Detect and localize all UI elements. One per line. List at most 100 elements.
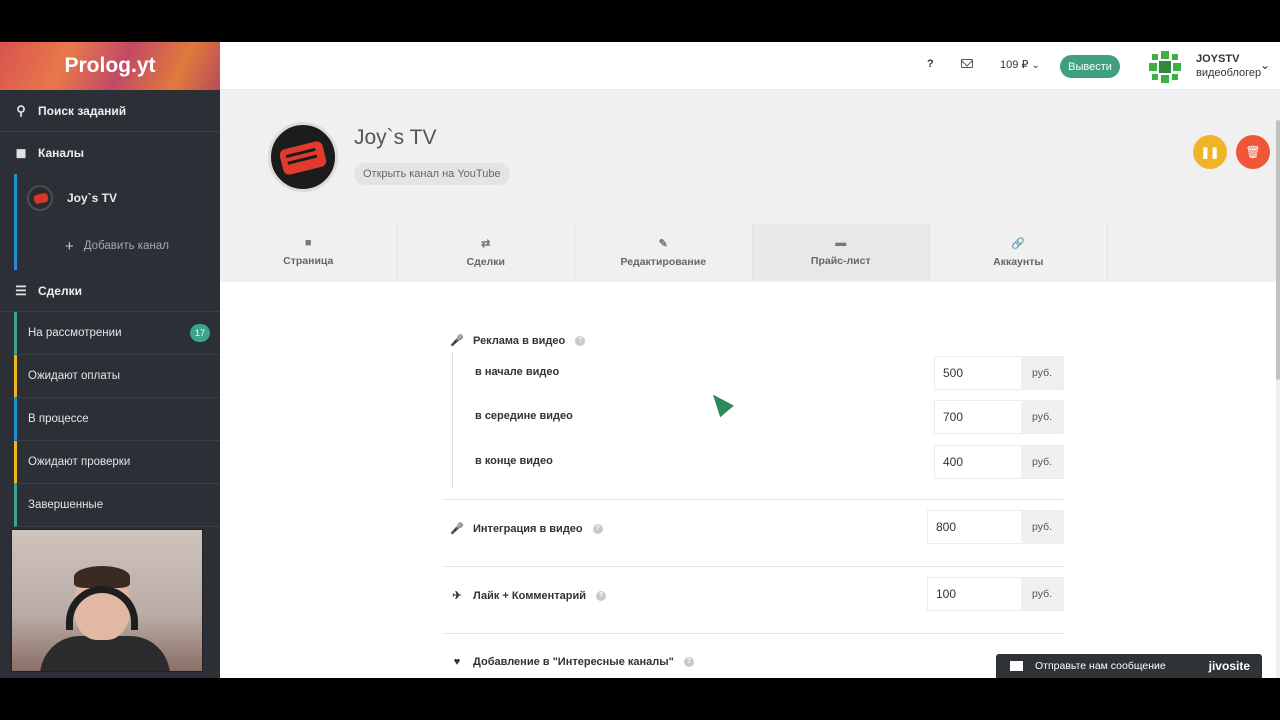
chat-widget[interactable]: Отправьте нам сообщение jivosite <box>996 654 1262 678</box>
search-icon: ⚲ <box>16 102 26 118</box>
tab-label: Сделки <box>466 255 505 268</box>
like-comment-price-input[interactable]: 100 руб. <box>927 577 1064 611</box>
price-value[interactable]: 400 <box>935 446 1021 478</box>
tab-page[interactable]: ■ Страница <box>220 224 398 280</box>
chat-brand: jivosite <box>1208 659 1250 673</box>
channel-avatar <box>27 185 53 211</box>
tab-deals[interactable]: ⇄ Сделки <box>398 224 575 280</box>
deal-label: Ожидают проверки <box>28 456 131 468</box>
tab-pricelist[interactable]: ▬ Прайс-лист <box>752 224 930 280</box>
deal-status-review[interactable]: На рассмотрении 17 <box>14 312 220 355</box>
deal-label: На рассмотрении <box>28 327 122 339</box>
sidebar-item-search[interactable]: ⚲ Поиск заданий <box>0 90 220 132</box>
deal-status-completed[interactable]: Завершенные <box>14 484 220 527</box>
logo-text: Prolog.yt <box>64 54 156 77</box>
deal-status-in-progress[interactable]: В процессе <box>14 398 220 441</box>
user-name: JOYSTV <box>1196 53 1240 65</box>
sidebar: Prolog.yt ⚲ Поиск заданий ◼ Каналы Joy`s… <box>0 42 220 678</box>
tab-accounts[interactable]: 🔗 Аккаунты <box>930 224 1108 280</box>
count-badge: 17 <box>190 324 210 342</box>
microphone-icon: 🎤 <box>450 335 464 347</box>
mail-icon[interactable] <box>961 59 973 68</box>
integration-price-input[interactable]: 800 руб. <box>927 510 1064 544</box>
currency-label: руб. <box>1021 511 1063 543</box>
comments-icon: ✈ <box>452 590 462 602</box>
add-channel-label: Добавить канал <box>83 240 169 252</box>
fist-logo-icon <box>278 140 328 176</box>
webcam-overlay <box>11 529 203 672</box>
deal-status-awaiting-review[interactable]: Ожидают проверки <box>14 441 220 484</box>
link-icon: 🔗 <box>1011 237 1026 250</box>
ad-start-price-input[interactable]: 500 руб. <box>934 356 1064 390</box>
price-value[interactable]: 100 <box>928 578 1021 610</box>
tab-label: Прайс-лист <box>810 255 871 267</box>
pricelist-panel: 🎤 Реклама в видео ? в начале видео 500 р… <box>220 282 1280 678</box>
withdraw-button[interactable]: Вывести <box>1060 55 1120 78</box>
user-logo-icon[interactable] <box>1148 50 1182 84</box>
section-title: 🎤 Реклама в видео ? <box>449 334 586 347</box>
currency-label: руб. <box>1021 357 1063 389</box>
scrollbar-thumb[interactable] <box>1276 120 1280 380</box>
sidebar-item-label: Каналы <box>38 146 84 160</box>
deal-label: Ожидают оплаты <box>28 370 121 382</box>
pause-button[interactable]: ❚❚ <box>1193 135 1227 169</box>
ad-end-label: в конце видео <box>475 455 553 467</box>
section-title: ♥ Добавление в "Интересные каналы" ? <box>449 656 694 668</box>
tab-label: Редактирование <box>620 255 707 268</box>
section-title: 🎤 Интеграция в видео ? <box>449 522 603 535</box>
tab-label: Страница <box>283 255 334 267</box>
channel-name: Joy`s TV <box>67 191 118 205</box>
deal-status-awaiting-payment[interactable]: Ожидают оплаты <box>14 355 220 398</box>
ad-middle-label: в середине видео <box>475 410 573 422</box>
help-icon[interactable]: ? <box>683 657 694 667</box>
microphone-icon: 🎤 <box>450 523 464 535</box>
app-window: Prolog.yt ⚲ Поиск заданий ◼ Каналы Joy`s… <box>0 42 1280 678</box>
chat-label: Отправьте нам сообщение <box>1035 660 1166 672</box>
server-icon: ☰ <box>15 282 27 298</box>
help-icon[interactable]: ? <box>592 523 603 534</box>
deal-label: В процессе <box>28 413 89 425</box>
help-icon[interactable]: ? <box>596 590 606 601</box>
tab-label: Аккаунты <box>993 255 1044 268</box>
delete-button[interactable]: 🗑 <box>1236 135 1270 169</box>
user-menu[interactable]: JOYSTV видеоблогер <box>1196 52 1261 80</box>
divider <box>443 499 1063 500</box>
balance-value: 109 ₽ <box>1000 59 1029 71</box>
channel-title: Joy`s TV <box>354 126 437 149</box>
trash-icon: 🗑 <box>1245 145 1261 159</box>
logo[interactable]: Prolog.yt <box>0 42 220 90</box>
help-icon[interactable]: ? <box>575 335 586 346</box>
pause-icon: ❚❚ <box>1200 146 1220 159</box>
price-value[interactable]: 500 <box>935 357 1021 389</box>
scrollbar[interactable] <box>1276 90 1280 678</box>
deal-label: Завершенные <box>28 499 104 511</box>
sidebar-channel-item[interactable]: Joy`s TV <box>14 174 220 222</box>
plus-icon: + <box>65 237 74 255</box>
sidebar-item-label: Поиск заданий <box>38 103 127 118</box>
add-channel-button[interactable]: + Добавить канал <box>14 222 220 270</box>
ad-middle-price-input[interactable]: 700 руб. <box>934 400 1064 434</box>
card-icon: ▬ <box>835 237 847 249</box>
help-button[interactable]: ? <box>927 58 934 70</box>
ad-start-label: в начале видео <box>475 366 560 378</box>
ad-end-price-input[interactable]: 400 руб. <box>934 445 1064 479</box>
channel-header: Joy`s TV Открыть канал на YouTube ❚❚ 🗑 <box>220 90 1280 224</box>
divider <box>443 633 1063 634</box>
open-youtube-link[interactable]: Открыть канал на YouTube <box>354 163 510 185</box>
currency-label: руб. <box>1021 401 1063 433</box>
top-bar: ? 109 ₽ ⌄ Вывести JOYSTV видеоблогер ⌄ <box>220 42 1280 90</box>
balance-dropdown[interactable]: 109 ₽ ⌄ <box>1000 58 1040 71</box>
swap-icon: ⇄ <box>481 237 491 250</box>
chevron-down-icon[interactable]: ⌄ <box>1260 58 1270 72</box>
chevron-down-icon: ⌄ <box>1031 60 1040 71</box>
sidebar-item-deals[interactable]: ☰ Сделки <box>0 270 220 312</box>
currency-label: руб. <box>1021 446 1063 478</box>
price-value[interactable]: 700 <box>935 401 1021 433</box>
price-value[interactable]: 800 <box>928 511 1021 543</box>
section-title: ✈ Лайк + Комментарий ? <box>449 589 606 602</box>
sidebar-item-channels[interactable]: ◼ Каналы <box>0 132 220 174</box>
envelope-icon <box>1010 661 1023 671</box>
video-camera-icon: ◼ <box>15 145 27 160</box>
currency-label: руб. <box>1021 578 1063 610</box>
tab-edit[interactable]: ✎ Редактирование <box>575 224 753 280</box>
